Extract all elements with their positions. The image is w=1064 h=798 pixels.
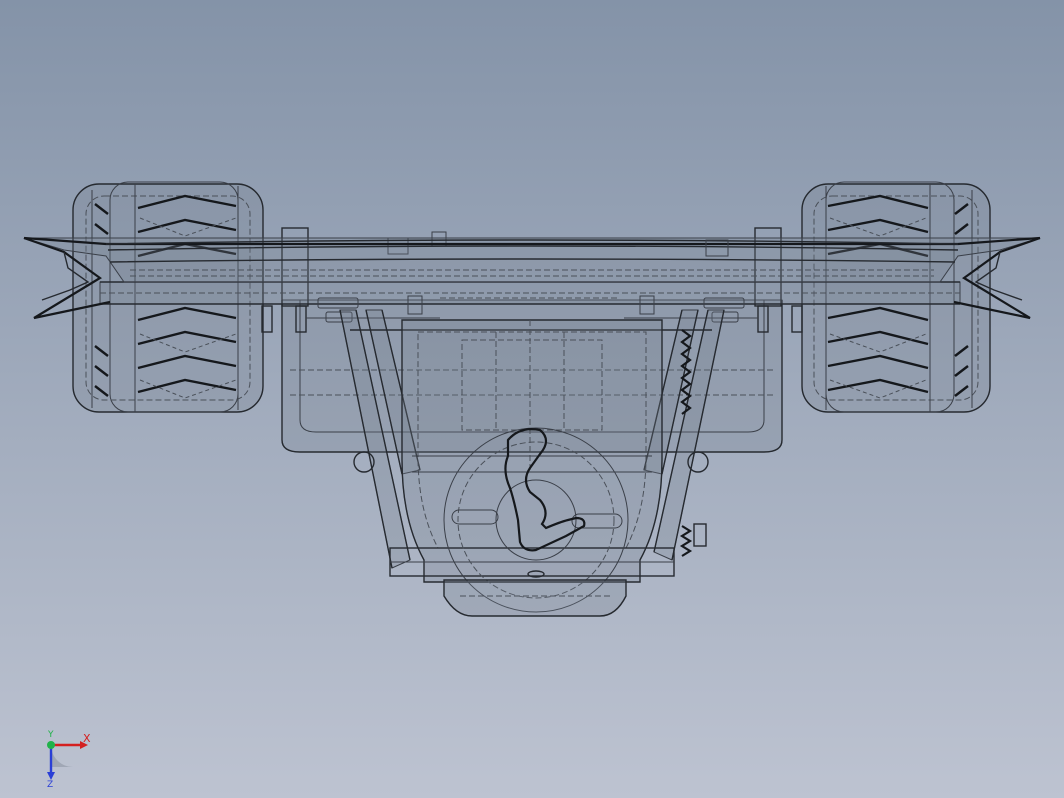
triad-plane-icon	[51, 745, 73, 767]
z-axis-arrowhead	[47, 772, 55, 780]
coordinate-triad: X Y Z	[47, 730, 91, 788]
y-axis-dot	[47, 741, 55, 749]
z-axis-label: Z	[47, 780, 53, 788]
vehicle-assembly-model[interactable]	[0, 0, 1064, 798]
x-axis-label: X	[83, 732, 91, 745]
y-axis-label: Y	[47, 730, 54, 740]
motor-housing[interactable]	[389, 319, 675, 617]
cad-viewport[interactable]: X Y Z	[0, 0, 1064, 798]
